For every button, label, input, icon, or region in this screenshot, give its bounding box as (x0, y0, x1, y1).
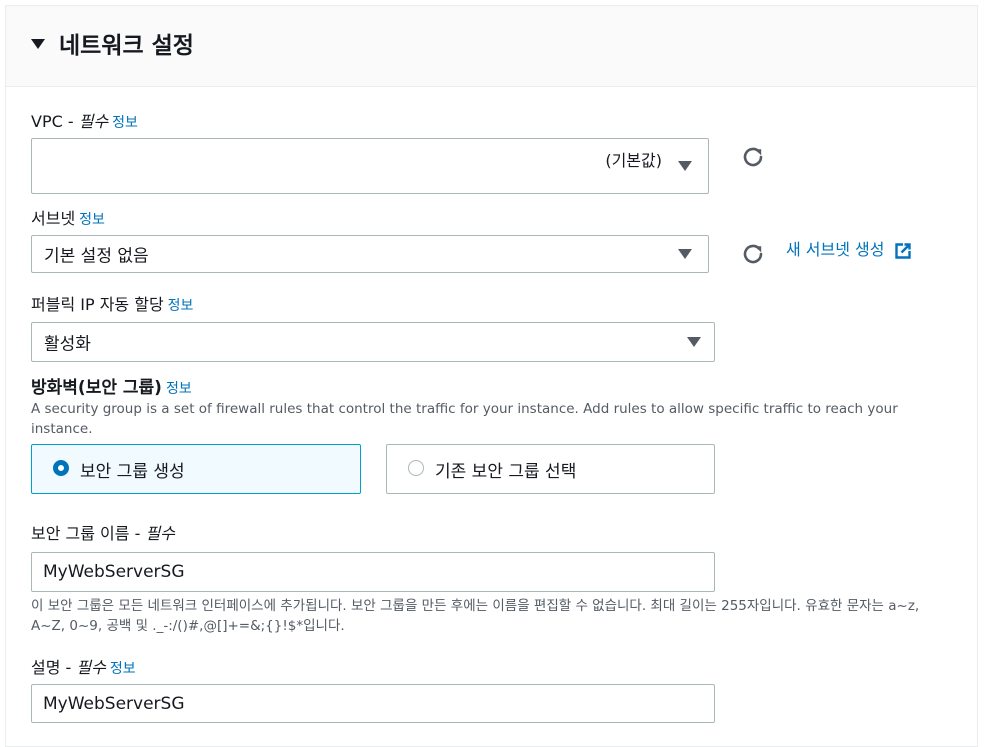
vpc-select-value: (기본값) (605, 151, 662, 170)
create-security-group-option[interactable]: 보안 그룹 생성 (31, 444, 361, 494)
sg-name-input[interactable] (31, 552, 715, 592)
subnet-info-link[interactable]: 정보 (79, 212, 105, 228)
select-existing-security-group-option[interactable]: 기존 보안 그룹 선택 (386, 444, 715, 494)
create-subnet-link[interactable]: 새 서브넷 생성 (786, 236, 912, 260)
vpc-label: VPC - 필수 정보 (31, 112, 138, 131)
firewall-description: A security group is a set of firewall ru… (31, 401, 898, 437)
sg-name-label: 보안 그룹 이름 - 필수 (31, 524, 175, 543)
subnet-select[interactable]: 기본 설정 없음 (31, 235, 709, 273)
refresh-icon[interactable] (741, 242, 765, 266)
firewall-info-link[interactable]: 정보 (166, 381, 192, 397)
description-input[interactable] (31, 684, 715, 723)
caret-down-icon[interactable] (31, 39, 45, 49)
public-ip-select-value: 활성화 (44, 334, 91, 355)
description-label: 설명 - 필수 정보 (31, 658, 136, 677)
panel-title: 네트워크 설정 (59, 33, 194, 59)
chevron-down-icon (687, 337, 701, 347)
chevron-down-icon (678, 249, 692, 259)
public-ip-select[interactable]: 활성화 (31, 322, 715, 362)
subnet-label: 서브넷 정보 (31, 209, 105, 228)
vpc-select[interactable]: (기본값) (31, 138, 709, 194)
radio-selected-icon[interactable] (53, 460, 69, 476)
public-ip-label: 퍼블릭 IP 자동 할당 정보 (31, 295, 194, 314)
panel-header[interactable]: 네트워크 설정 (6, 6, 977, 87)
subnet-select-value: 기본 설정 없음 (44, 246, 149, 267)
external-link-icon (894, 242, 911, 259)
firewall-label: 방화벽(보안 그룹) 정보 (31, 378, 192, 398)
sg-name-help: 이 보안 그룹은 모든 네트워크 인터페이스에 추가됩니다. 보안 그룹을 만든… (31, 598, 920, 634)
refresh-icon[interactable] (741, 145, 765, 169)
radio-unselected-icon[interactable] (408, 460, 424, 476)
description-info-link[interactable]: 정보 (110, 661, 136, 677)
public-ip-info-link[interactable]: 정보 (168, 298, 194, 314)
vpc-info-link[interactable]: 정보 (112, 115, 138, 131)
option-label: 보안 그룹 생성 (80, 462, 185, 482)
option-label: 기존 보안 그룹 선택 (435, 462, 577, 482)
chevron-down-icon (678, 161, 692, 171)
